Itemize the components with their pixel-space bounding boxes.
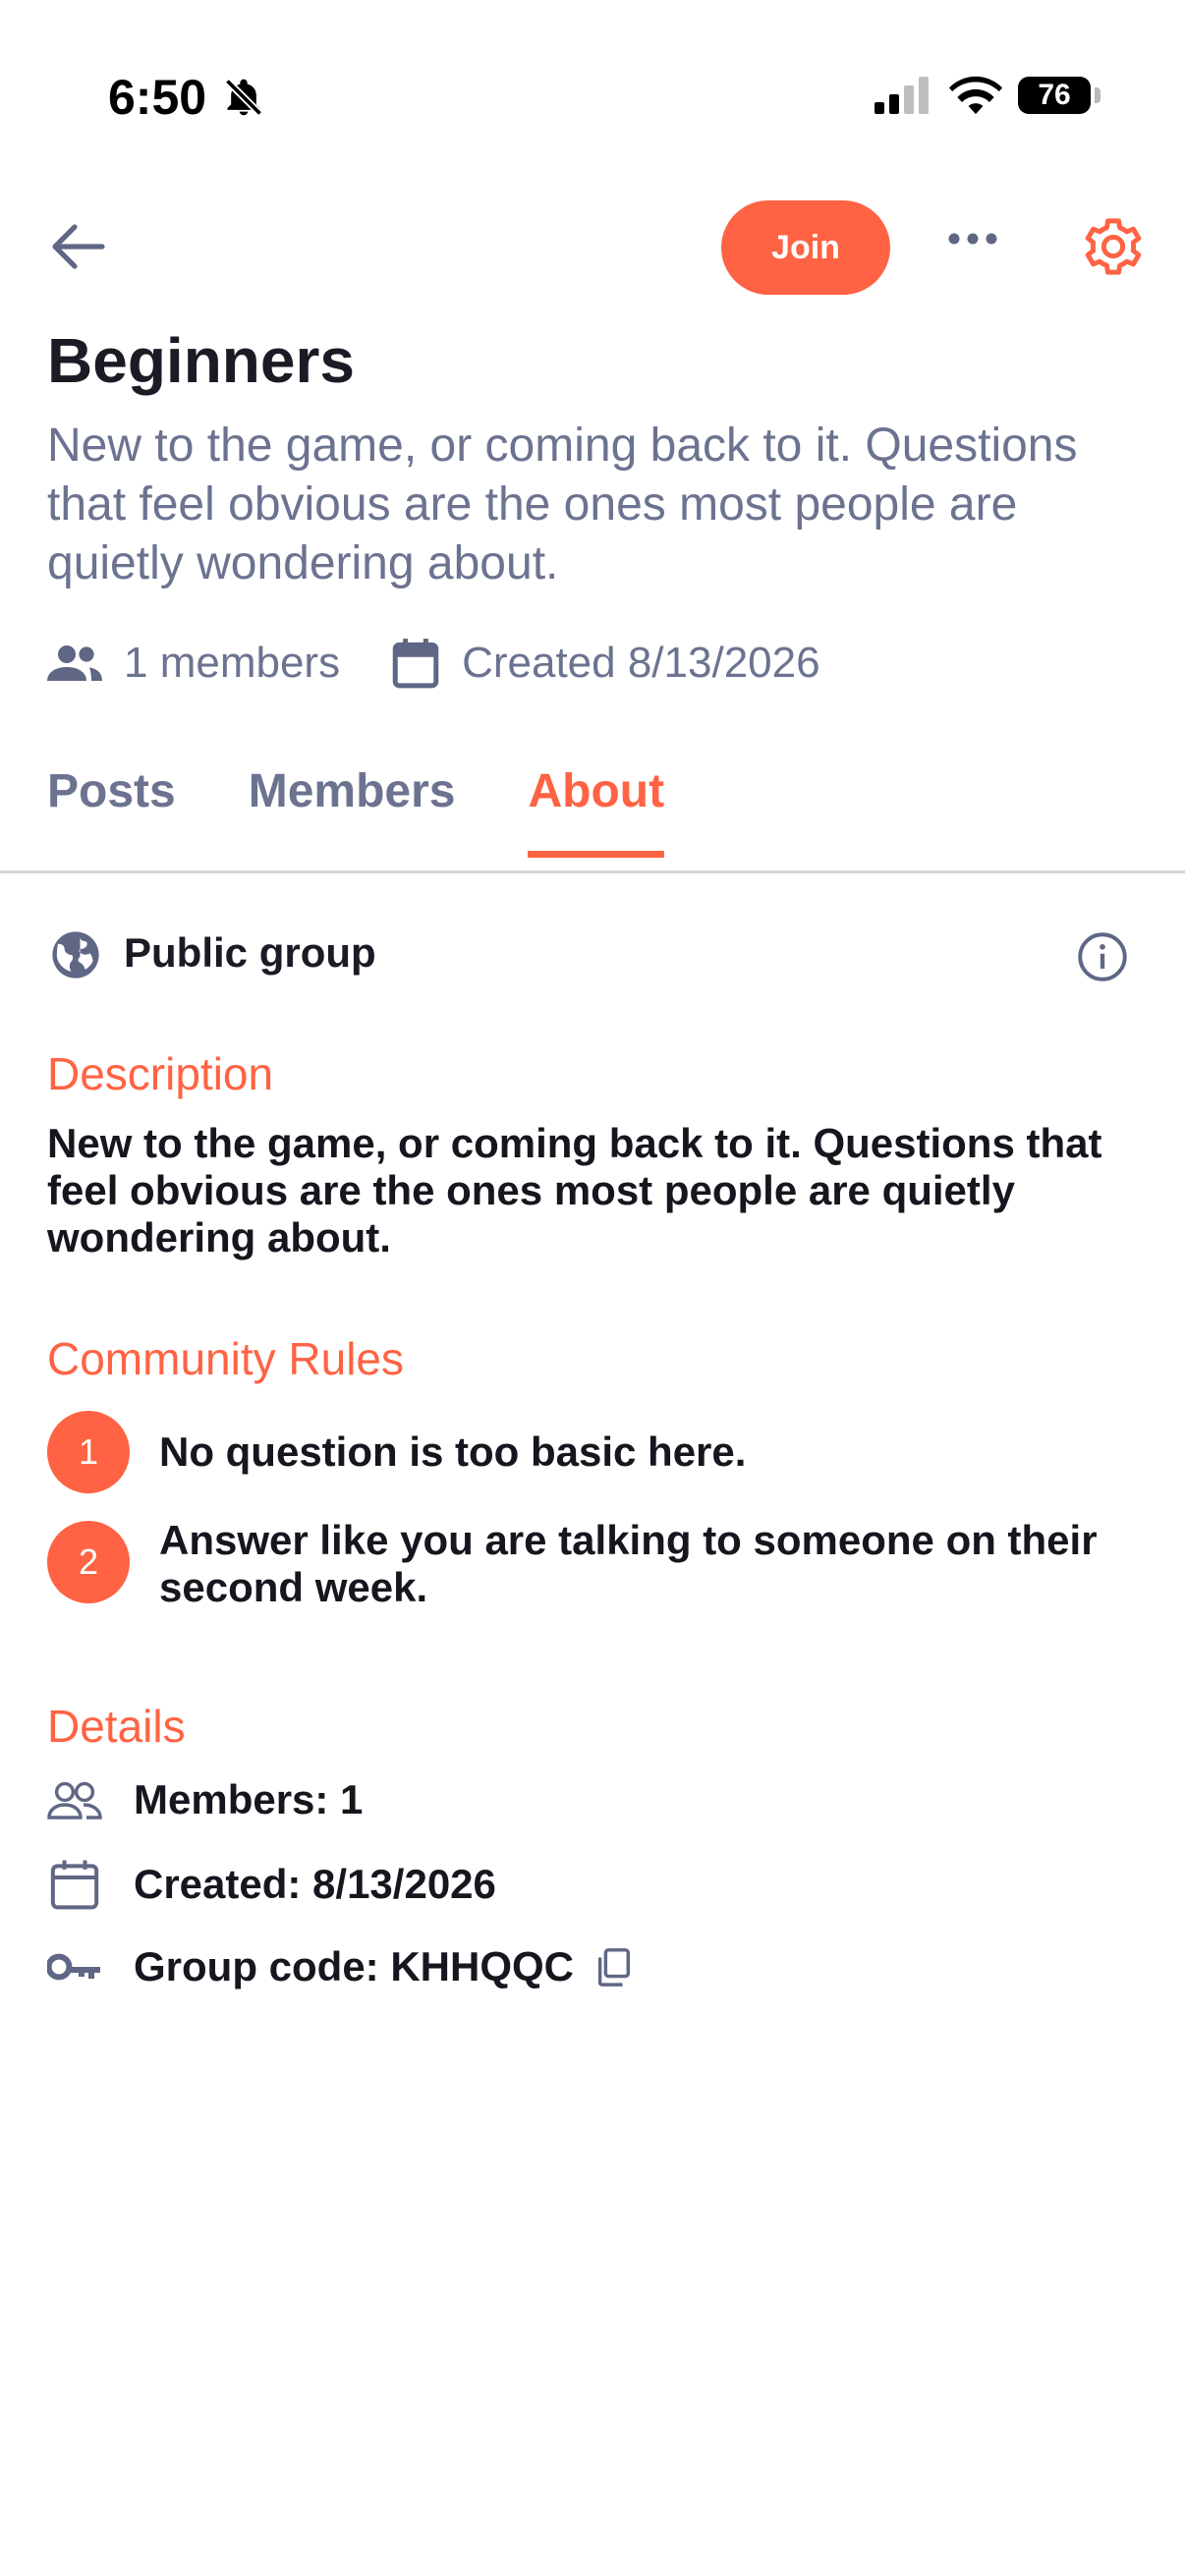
rule-text: Answer like you are talking to someone o…: [159, 1517, 1098, 1610]
more-icon[interactable]: [947, 232, 998, 246]
description-text: New to the game, or coming back to it. Q…: [47, 1120, 1102, 1260]
info-icon[interactable]: [1077, 931, 1128, 982]
battery-cap: [1095, 87, 1100, 103]
calendar-outline-icon: [50, 1860, 99, 1910]
description-heading: Description: [47, 1048, 274, 1099]
bell-slash-icon: [224, 78, 263, 117]
status-time: 6:50: [108, 70, 207, 125]
battery-indicator: 76: [1018, 77, 1091, 114]
details-heading: Details: [47, 1701, 186, 1752]
detail-members-text: Members: 1: [134, 1776, 364, 1822]
rule-text: No question is too basic here.: [159, 1428, 747, 1475]
join-button[interactable]: Join: [721, 200, 890, 295]
page-title: Beginners: [47, 325, 355, 396]
globe-icon: [52, 931, 99, 979]
rule-item: 1 No question is too basic here.: [47, 1411, 1102, 1493]
detail-members: Members: 1: [47, 1776, 363, 1823]
rule-item: 2 Answer like you are talking to someone…: [47, 1517, 1102, 1611]
privacy-label: Public group: [124, 929, 376, 976]
key-icon: [47, 1953, 100, 1981]
group-code-text: Group code: KHHQQC: [134, 1943, 574, 1989]
tabs-divider: [0, 870, 1185, 873]
group-subtitle: New to the game, or coming back to it. Q…: [47, 420, 1078, 589]
created-meta: Created 8/13/2026: [391, 637, 820, 690]
signal-icon: [875, 77, 929, 114]
detail-created: Created: 8/13/2026: [47, 1857, 496, 1912]
people-outline-icon: [47, 1781, 102, 1820]
detail-created-text: Created: 8/13/2026: [134, 1861, 496, 1907]
gear-icon[interactable]: [1081, 214, 1146, 279]
tab-about[interactable]: About: [528, 764, 664, 858]
detail-group-code: Group code: KHHQQC: [47, 1943, 633, 1990]
rules-heading: Community Rules: [47, 1333, 404, 1384]
members-count-text: 1 members: [124, 639, 341, 687]
copy-icon[interactable]: [593, 1946, 633, 1988]
group-meta: 1 members Created 8/13/2026: [47, 637, 820, 690]
tab-bar: Posts Members About: [47, 764, 737, 858]
tab-members[interactable]: Members: [249, 764, 456, 858]
members-meta: 1 members: [47, 639, 340, 688]
tab-posts[interactable]: Posts: [47, 764, 176, 858]
rule-number-badge: 2: [47, 1521, 130, 1603]
calendar-icon: [392, 639, 439, 689]
rule-number-badge: 1: [47, 1411, 130, 1493]
members-icon: [47, 645, 102, 681]
screen: 6:50 76 Join Beginners New to the game, …: [0, 0, 1185, 2576]
created-date-text: Created 8/13/2026: [462, 639, 820, 687]
wifi-icon: [949, 76, 1002, 115]
back-arrow-icon[interactable]: [51, 222, 106, 271]
